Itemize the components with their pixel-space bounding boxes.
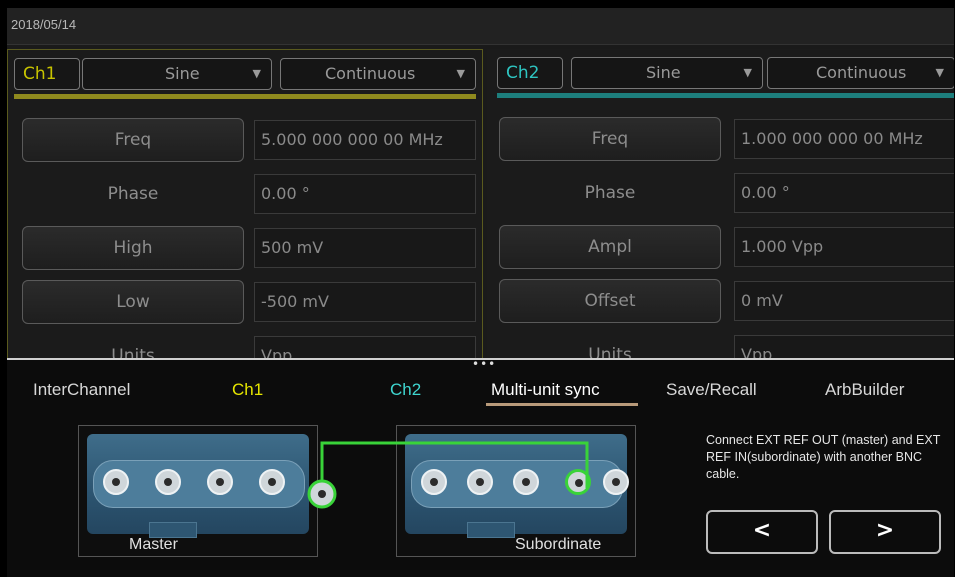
app-frame: 2018/05/14 Ch1 Sine ▼ Continuous ▼ Freq … — [7, 8, 954, 577]
ch1-mode-dropdown[interactable]: Continuous ▼ — [280, 58, 476, 90]
bnc-connector — [603, 469, 629, 495]
sync-instructions: Connect EXT REF OUT (master) and EXT REF… — [706, 433, 941, 481]
ch2-phase-value[interactable]: 0.00 ° — [734, 173, 954, 213]
ch1-low-button[interactable]: Low — [22, 280, 244, 324]
ch1-waveform-dropdown[interactable]: Sine ▼ — [82, 58, 272, 90]
ch2-panel: Ch2 Sine ▼ Continuous ▼ Freq 1.000 000 0… — [487, 49, 954, 359]
ch1-freq-value[interactable]: 5.000 000 000 00 MHz — [254, 120, 476, 160]
ch2-offset-button[interactable]: Offset — [499, 279, 721, 323]
ch1-panel: Ch1 Sine ▼ Continuous ▼ Freq 5.000 000 0… — [7, 49, 483, 359]
chevron-down-icon: ▼ — [456, 67, 465, 80]
ch2-label[interactable]: Ch2 — [497, 57, 563, 89]
status-bar: 2018/05/14 — [7, 8, 954, 45]
bnc-connector — [467, 469, 493, 495]
tab-multi-unit-sync[interactable]: Multi-unit sync — [491, 380, 600, 400]
ch1-units-dropdown[interactable]: Vpp — [254, 336, 476, 359]
ch1-low-value[interactable]: -500 mV — [254, 282, 476, 322]
tab-save-recall[interactable]: Save/Recall — [666, 380, 757, 400]
subordinate-rear-panel-image — [405, 434, 629, 538]
page-indicator — [453, 568, 498, 577]
bnc-connector — [421, 469, 447, 495]
ch2-units-dropdown[interactable]: Vpp — [734, 335, 954, 359]
ch1-freq-button[interactable]: Freq — [22, 118, 244, 162]
bnc-connector — [513, 469, 539, 495]
chevron-down-icon: ▼ — [935, 66, 944, 79]
ch2-mode-value: Continuous — [816, 63, 907, 82]
master-rear-panel-image — [87, 434, 309, 538]
ch1-color-bar — [14, 94, 476, 99]
bnc-connector — [207, 469, 233, 495]
bnc-connector — [259, 469, 285, 495]
ch2-ampl-button[interactable]: Ampl — [499, 225, 721, 269]
ch1-units-label: Units — [111, 346, 155, 359]
subordinate-label: Subordinate — [515, 536, 602, 553]
ext-ref-in-connector — [565, 469, 591, 495]
bottom-drawer: ••• InterChannel Ch1 Ch2 Multi-unit sync… — [7, 358, 954, 577]
ch1-high-value[interactable]: 500 mV — [254, 228, 476, 268]
ch1-waveform-value: Sine — [165, 64, 200, 83]
bnc-connector — [103, 469, 129, 495]
panel-foot — [467, 522, 515, 538]
tab-ch2[interactable]: Ch2 — [390, 380, 421, 400]
ch1-phase-label: Phase — [107, 184, 159, 204]
chevron-down-icon: ▼ — [252, 67, 261, 80]
tab-interchannel[interactable]: InterChannel — [33, 380, 130, 400]
active-tab-indicator — [486, 403, 638, 406]
bnc-connector — [155, 469, 181, 495]
master-card: Master — [78, 425, 318, 557]
master-label: Master — [129, 536, 178, 553]
next-step-button[interactable]: > — [829, 510, 941, 554]
ch1-mode-value: Continuous — [325, 64, 416, 83]
ch2-waveform-value: Sine — [646, 63, 681, 82]
ch2-freq-button[interactable]: Freq — [499, 117, 721, 161]
drawer-handle[interactable]: ••• — [472, 358, 496, 370]
ch1-label[interactable]: Ch1 — [14, 58, 80, 90]
ch2-freq-value[interactable]: 1.000 000 000 00 MHz — [734, 119, 954, 159]
ch2-mode-dropdown[interactable]: Continuous ▼ — [767, 57, 954, 89]
ch2-offset-value[interactable]: 0 mV — [734, 281, 954, 321]
tab-ch1[interactable]: Ch1 — [232, 380, 263, 400]
prev-step-button[interactable]: < — [706, 510, 818, 554]
ch2-color-bar — [497, 93, 954, 98]
date-display: 2018/05/14 — [11, 17, 77, 32]
subordinate-card: Subordinate — [396, 425, 636, 557]
chevron-down-icon: ▼ — [743, 66, 752, 79]
ext-ref-out-connector-center — [318, 490, 326, 498]
ch2-waveform-dropdown[interactable]: Sine ▼ — [571, 57, 763, 89]
ch1-phase-value[interactable]: 0.00 ° — [254, 174, 476, 214]
ch2-units-label: Units — [588, 345, 632, 359]
ch1-high-button[interactable]: High — [22, 226, 244, 270]
tab-arbbuilder[interactable]: ArbBuilder — [825, 380, 904, 400]
ch2-ampl-value[interactable]: 1.000 Vpp — [734, 227, 954, 267]
ch2-phase-label: Phase — [584, 183, 636, 203]
